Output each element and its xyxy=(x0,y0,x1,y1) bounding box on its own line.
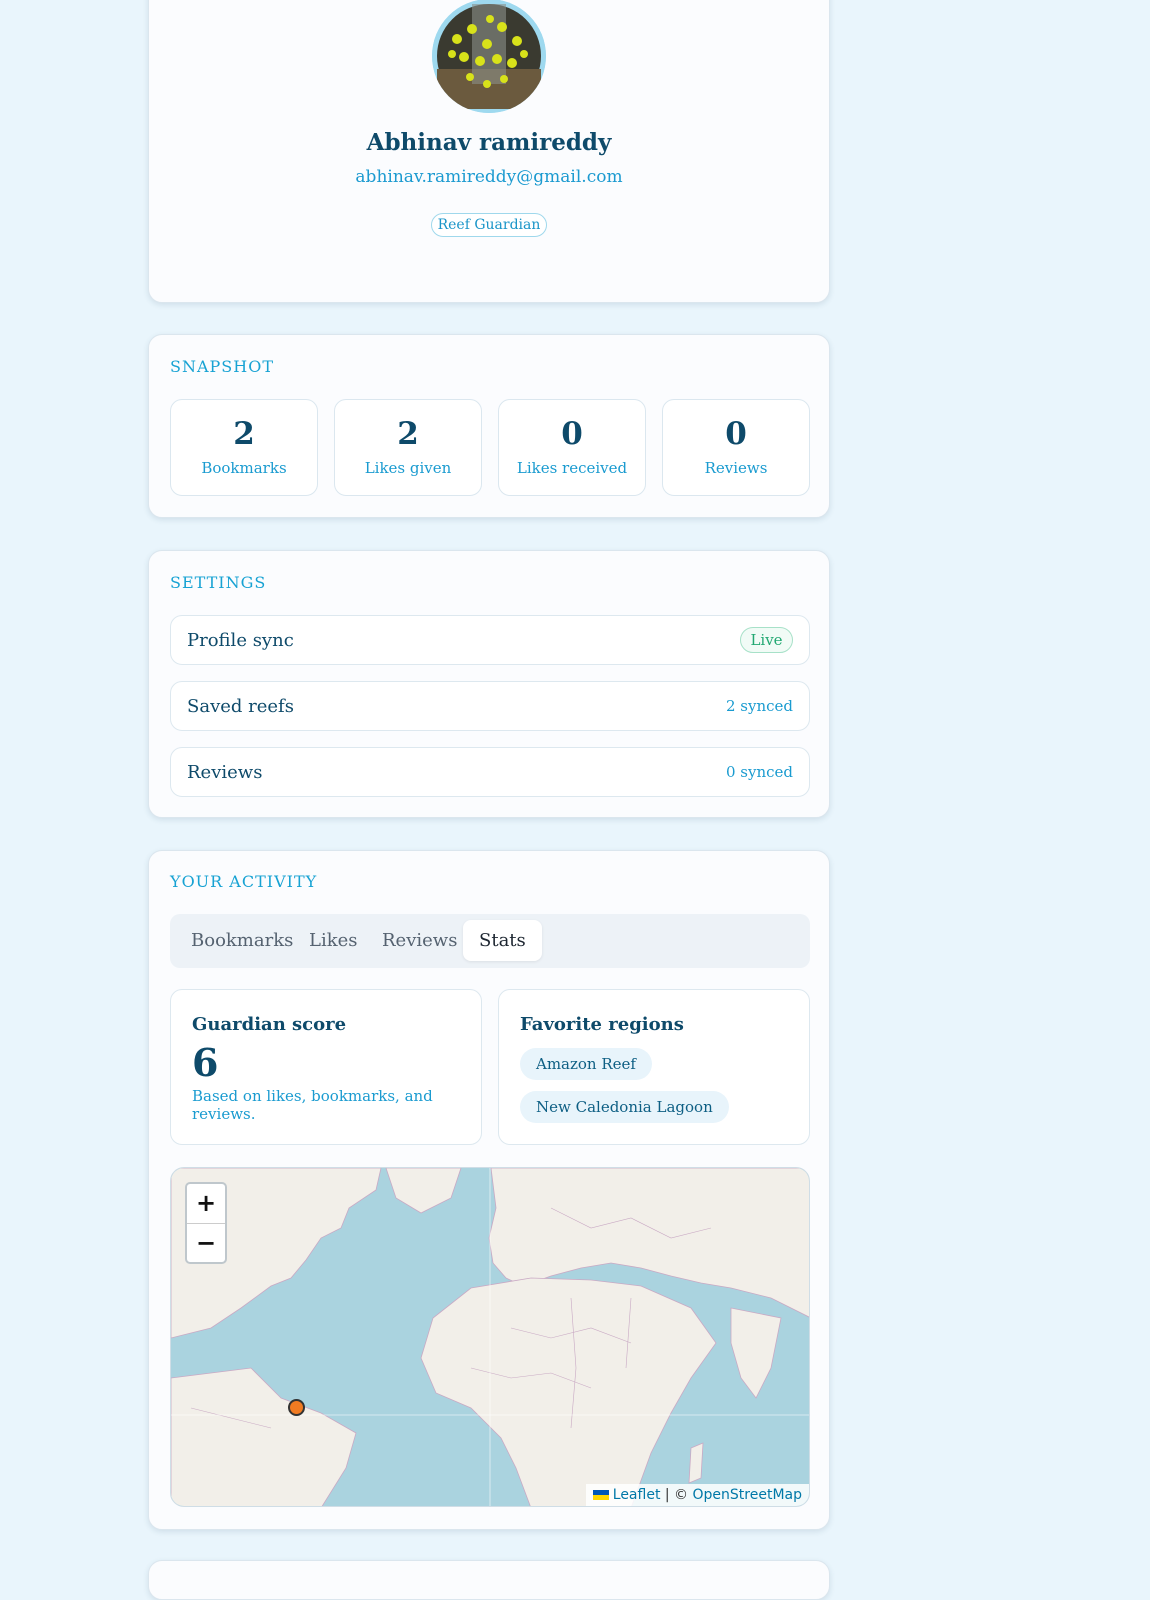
avatar-photo-icon xyxy=(432,0,546,113)
ukraine-flag-icon xyxy=(592,1490,609,1500)
stat-bookmarks: 2 Bookmarks xyxy=(170,399,318,496)
guardian-score-heading: Guardian score xyxy=(192,1014,347,1035)
stat-value: 2 xyxy=(233,416,255,452)
stat-value: 0 xyxy=(561,416,583,452)
settings-row-profile-sync[interactable]: Profile sync Live xyxy=(170,615,810,665)
tab-reviews[interactable]: Reviews xyxy=(366,920,473,961)
stat-label: Likes given xyxy=(364,459,452,477)
next-card xyxy=(148,1560,830,1600)
zoom-control: + − xyxy=(185,1182,227,1264)
profile-name: Abhinav ramireddy xyxy=(366,129,612,156)
map-marker-icon[interactable] xyxy=(288,1399,305,1416)
guardian-score-card: Guardian score 6 Based on likes, bookmar… xyxy=(170,989,482,1145)
settings-card: SETTINGS Profile sync Live Saved reefs 2… xyxy=(148,550,830,818)
zoom-in-button[interactable]: + xyxy=(187,1184,225,1224)
settings-row-label: Profile sync xyxy=(187,630,294,651)
stat-likes-given: 2 Likes given xyxy=(334,399,482,496)
profile-email: abhinav.ramireddy@gmail.com xyxy=(355,167,623,187)
map-attribution: Leaflet | © OpenStreetMap xyxy=(585,1484,809,1506)
role-badge: Reef Guardian xyxy=(431,213,547,237)
zoom-out-button[interactable]: − xyxy=(187,1224,225,1263)
snapshot-card: SNAPSHOT 2 Bookmarks 2 Likes given 0 Lik… xyxy=(148,334,830,518)
settings-row-saved-reefs[interactable]: Saved reefs 2 synced xyxy=(170,681,810,731)
settings-row-value: 0 synced xyxy=(725,763,793,781)
activity-title: YOUR ACTIVITY xyxy=(170,872,318,891)
region-chip[interactable]: Amazon Reef xyxy=(520,1048,652,1080)
region-chip[interactable]: New Caledonia Lagoon xyxy=(520,1091,729,1123)
settings-title: SETTINGS xyxy=(170,573,267,592)
settings-row-label: Reviews xyxy=(187,762,263,783)
activity-card: YOUR ACTIVITY Bookmarks Likes Reviews St… xyxy=(148,850,830,1530)
stat-value: 0 xyxy=(725,416,747,452)
stat-label: Reviews xyxy=(704,459,768,477)
favorite-regions-card: Favorite regions Amazon Reef New Caledon… xyxy=(498,989,810,1145)
attribution-separator: | © xyxy=(664,1487,689,1503)
guardian-score-note: Based on likes, bookmarks, and reviews. xyxy=(192,1087,433,1123)
settings-row-label: Saved reefs xyxy=(187,696,294,717)
settings-row-value: 2 synced xyxy=(725,697,793,715)
settings-row-reviews[interactable]: Reviews 0 synced xyxy=(170,747,810,797)
guardian-score-value: 6 xyxy=(192,1040,219,1085)
activity-tabs: Bookmarks Likes Reviews Stats xyxy=(170,914,810,968)
leaflet-link[interactable]: Leaflet xyxy=(613,1487,661,1503)
stat-value: 2 xyxy=(397,416,419,452)
snapshot-title: SNAPSHOT xyxy=(170,357,274,376)
tab-stats[interactable]: Stats xyxy=(463,920,542,961)
stat-label: Likes received xyxy=(516,459,628,477)
activity-map[interactable]: + − Leaflet | © OpenStreetMap xyxy=(170,1167,810,1507)
live-status-badge: Live xyxy=(740,627,793,653)
avatar[interactable] xyxy=(432,0,546,113)
tab-likes[interactable]: Likes xyxy=(293,920,374,961)
stat-likes-received: 0 Likes received xyxy=(498,399,646,496)
stat-reviews: 0 Reviews xyxy=(662,399,810,496)
favorite-regions-heading: Favorite regions xyxy=(520,1014,684,1035)
world-map-tiles xyxy=(171,1168,809,1506)
tab-bookmarks[interactable]: Bookmarks xyxy=(175,920,309,961)
profile-card: Abhinav ramireddy abhinav.ramireddy@gmai… xyxy=(148,0,830,303)
openstreetmap-link[interactable]: OpenStreetMap xyxy=(693,1487,802,1503)
stat-label: Bookmarks xyxy=(201,459,287,477)
